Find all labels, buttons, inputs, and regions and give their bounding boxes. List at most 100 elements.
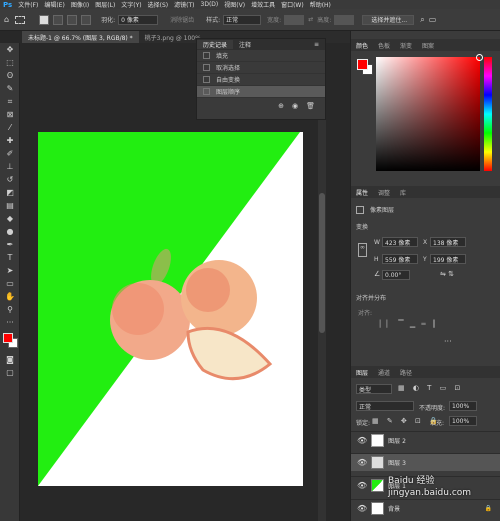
move-tool-icon[interactable]: ✥ bbox=[0, 43, 20, 56]
add-selection-button[interactable] bbox=[53, 14, 64, 25]
w-input[interactable]: 423 像素 bbox=[382, 237, 418, 247]
panel-menu-icon[interactable]: ≡ bbox=[308, 41, 325, 48]
tab-pattern[interactable]: 图案 bbox=[417, 41, 439, 50]
hand-icon[interactable]: ✋ bbox=[0, 290, 20, 303]
hue-slider[interactable] bbox=[484, 57, 492, 171]
x-input[interactable]: 138 像素 bbox=[430, 237, 466, 247]
tab-libraries[interactable]: 库 bbox=[395, 188, 411, 197]
document-canvas[interactable] bbox=[38, 132, 303, 486]
filter-icons[interactable]: ▦ ◐ T ▭ ⊡ bbox=[398, 384, 463, 392]
path-select-icon[interactable]: ➤ bbox=[0, 264, 20, 277]
lasso-icon[interactable]: ʘ bbox=[0, 69, 20, 82]
tab-history[interactable]: 历史记录 bbox=[197, 40, 234, 49]
history-checkbox[interactable] bbox=[203, 88, 210, 95]
menu-view[interactable]: 视图(V) bbox=[224, 0, 245, 9]
history-item[interactable]: 自由变换 bbox=[197, 74, 325, 86]
pen-icon[interactable]: ✒ bbox=[0, 238, 20, 251]
menu-image[interactable]: 图像(I) bbox=[71, 0, 89, 9]
tab-paths[interactable]: 路径 bbox=[395, 368, 417, 377]
search-icon[interactable]: ⌕ bbox=[420, 15, 424, 25]
panel-fg-color[interactable] bbox=[357, 59, 368, 70]
marquee-tool-icon[interactable] bbox=[15, 15, 26, 24]
ps-logo-icon[interactable]: Ps bbox=[3, 1, 12, 9]
align-section[interactable]: 对齐并分布 bbox=[356, 293, 386, 302]
history-item-selected[interactable]: 图层顺序 bbox=[197, 86, 325, 98]
foreground-color-swatch[interactable] bbox=[3, 333, 13, 343]
color-swatches[interactable] bbox=[0, 331, 19, 353]
screen-mode-icon[interactable]: ▢ bbox=[0, 366, 20, 379]
width-input[interactable] bbox=[284, 14, 305, 25]
new-document-from-state-icon[interactable]: ⊕ bbox=[278, 102, 284, 110]
layer-row[interactable]: 👁 图层 2 bbox=[351, 431, 500, 449]
h-input[interactable]: 559 像素 bbox=[382, 254, 418, 264]
visibility-eye-icon[interactable]: 👁 bbox=[357, 458, 367, 467]
rect-marquee-icon[interactable]: ⬚ bbox=[0, 56, 20, 69]
quick-mask-icon[interactable]: ◙ bbox=[0, 353, 20, 366]
opacity-input[interactable]: 100% bbox=[449, 401, 477, 411]
swap-icon[interactable]: ⇄ bbox=[308, 16, 313, 23]
layer-kind-filter[interactable]: 类型 bbox=[356, 384, 392, 394]
shape-icon[interactable]: ▭ bbox=[0, 277, 20, 290]
blend-mode-select[interactable]: 正常 bbox=[356, 401, 414, 411]
gradient-icon[interactable]: ▤ bbox=[0, 199, 20, 212]
tab-gradient[interactable]: 渐变 bbox=[395, 41, 417, 50]
eraser-icon[interactable]: ◩ bbox=[0, 186, 20, 199]
flip-icons[interactable]: ⇋ ⇅ bbox=[440, 270, 454, 278]
zoom-icon[interactable]: ⚲ bbox=[0, 303, 20, 316]
menu-select[interactable]: 选择(S) bbox=[148, 0, 169, 9]
select-and-mask-button[interactable]: 选择并遮住... bbox=[362, 14, 415, 25]
menu-window[interactable]: 窗口(W) bbox=[281, 0, 304, 9]
history-checkbox[interactable] bbox=[203, 64, 210, 71]
align-buttons[interactable]: ▕ ▏ ▔ ▁ ═ ║ bbox=[375, 320, 475, 330]
menu-help[interactable]: 帮助(H) bbox=[310, 0, 331, 9]
eyedropper-icon[interactable]: ⁄ bbox=[0, 121, 20, 134]
tab-adjustments[interactable]: 调整 bbox=[373, 188, 395, 197]
crop-icon[interactable]: ⌗ bbox=[0, 95, 20, 108]
antialias-checkbox[interactable]: 消除锯齿 bbox=[170, 15, 194, 24]
history-item[interactable]: 取消选择 bbox=[197, 62, 325, 74]
history-item[interactable]: 填充 bbox=[197, 50, 325, 62]
history-brush-icon[interactable]: ↺ bbox=[0, 173, 20, 186]
more-options-icon[interactable]: ··· bbox=[444, 337, 452, 346]
healing-icon[interactable]: ✚ bbox=[0, 134, 20, 147]
menu-plugins[interactable]: 增效工具 bbox=[251, 0, 275, 9]
tab-properties[interactable]: 属性 bbox=[351, 188, 373, 197]
y-input[interactable]: 199 像素 bbox=[430, 254, 466, 264]
tab-swatches[interactable]: 色板 bbox=[373, 41, 395, 50]
tab-channels[interactable]: 通道 bbox=[373, 368, 395, 377]
frame-icon[interactable]: ⊠ bbox=[0, 108, 20, 121]
height-input[interactable] bbox=[334, 14, 355, 25]
history-checkbox[interactable] bbox=[203, 52, 210, 59]
menu-file[interactable]: 文件(F) bbox=[18, 0, 38, 9]
workspace-icon[interactable]: ▭ bbox=[429, 15, 437, 24]
tab-untitled[interactable]: 未标题-1 @ 66.7% (图层 3, RGB/8) * bbox=[22, 31, 139, 43]
history-checkbox[interactable] bbox=[203, 76, 210, 83]
feather-input[interactable]: 0 像素 bbox=[118, 14, 159, 25]
snapshot-icon[interactable]: ◉ bbox=[292, 102, 298, 110]
scroll-thumb[interactable] bbox=[319, 193, 325, 333]
blur-icon[interactable]: ◆ bbox=[0, 212, 20, 225]
menu-filter[interactable]: 滤镜(T) bbox=[174, 0, 194, 9]
transform-section[interactable]: 变换 bbox=[356, 222, 368, 231]
fill-input[interactable]: 100% bbox=[449, 416, 477, 426]
tab-notes[interactable]: 注释 bbox=[233, 40, 257, 49]
tab-color[interactable]: 颜色 bbox=[351, 41, 373, 50]
dodge-icon[interactable]: ● bbox=[0, 225, 20, 238]
visibility-eye-icon[interactable]: 👁 bbox=[357, 481, 367, 490]
angle-input[interactable]: 0.00° bbox=[382, 270, 410, 280]
tab-layers[interactable]: 图层 bbox=[351, 368, 373, 377]
stamp-icon[interactable]: ⊥ bbox=[0, 160, 20, 173]
layer-row-selected[interactable]: 👁 图层 3 bbox=[351, 453, 500, 471]
intersect-selection-button[interactable] bbox=[81, 14, 92, 25]
visibility-eye-icon[interactable]: 👁 bbox=[357, 436, 367, 445]
menu-type[interactable]: 文字(Y) bbox=[121, 0, 141, 9]
color-field[interactable] bbox=[376, 54, 483, 171]
layer-name[interactable]: 图层 2 bbox=[388, 436, 406, 445]
link-icon[interactable]: ∞ bbox=[358, 243, 367, 257]
brush-icon[interactable]: ✐ bbox=[0, 147, 20, 160]
color-picker-marker[interactable] bbox=[476, 54, 483, 61]
type-icon[interactable]: T bbox=[0, 251, 20, 264]
visibility-eye-icon[interactable]: 👁 bbox=[357, 504, 367, 513]
style-select[interactable]: 正常 bbox=[223, 14, 262, 25]
quick-select-icon[interactable]: ✎ bbox=[0, 82, 20, 95]
